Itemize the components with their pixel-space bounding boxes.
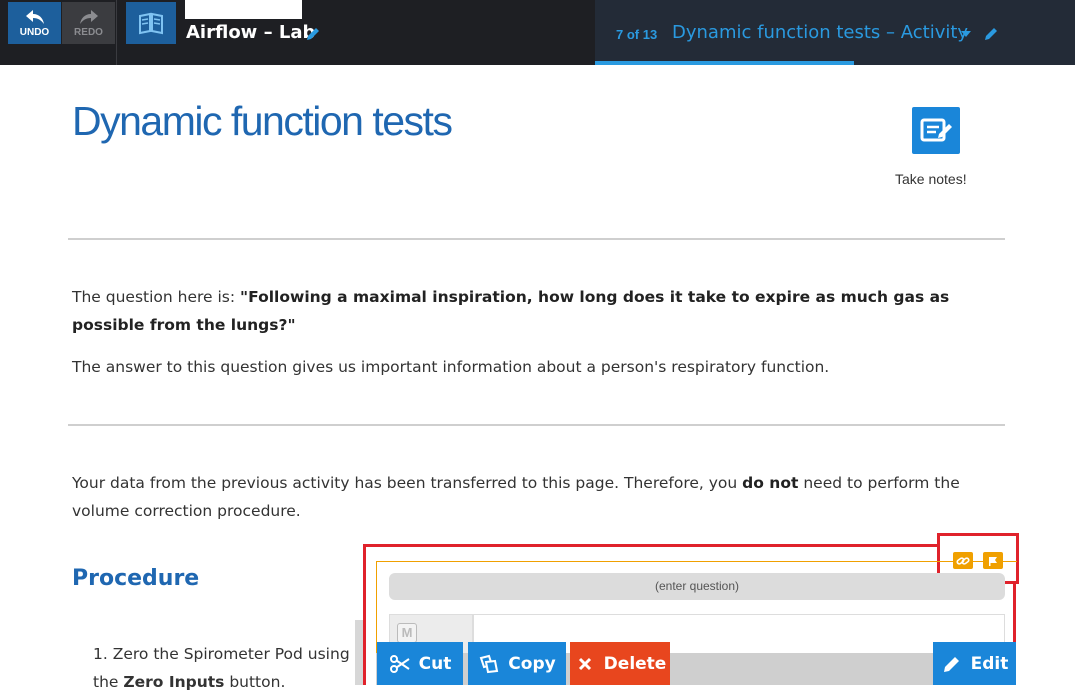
data-transfer-paragraph: Your data from the previous activity has… (72, 469, 1002, 525)
delete-button[interactable]: Delete (570, 642, 670, 685)
answer-paragraph: The answer to this question gives us imp… (72, 358, 830, 376)
redo-icon (79, 10, 98, 24)
delete-label: Delete (603, 653, 667, 674)
chevron-down-icon[interactable] (960, 30, 972, 38)
data-text-part1: Your data from the previous activity has… (72, 474, 743, 492)
toolbar-divider (116, 0, 117, 65)
book-button[interactable] (126, 2, 176, 44)
take-notes-button[interactable] (912, 107, 960, 154)
close-icon (578, 657, 591, 670)
copy-label: Copy (508, 653, 556, 674)
divider (68, 424, 1005, 426)
page-title: Dynamic function tests (72, 98, 453, 144)
step-text-bold: Zero Inputs (123, 673, 225, 691)
edit-activity-pencil-icon[interactable] (983, 26, 999, 42)
copy-button[interactable]: Copy (468, 642, 566, 685)
edit-label: Edit (970, 653, 1009, 674)
scissors-icon (389, 654, 410, 673)
undo-icon (25, 10, 44, 24)
markdown-icon: M (397, 623, 417, 643)
notes-icon (920, 118, 952, 141)
cut-button[interactable]: Cut (377, 642, 463, 685)
divider (68, 238, 1005, 240)
undo-label: UNDO (19, 27, 50, 38)
copy-icon (480, 654, 499, 673)
question-paragraph: The question here is: "Following a maxim… (72, 283, 1002, 339)
cut-label: Cut (418, 653, 452, 674)
white-tab-strip (185, 0, 302, 19)
redo-button[interactable]: REDO (62, 2, 115, 44)
lab-title: Airflow – Lab (186, 22, 316, 43)
pencil-icon (943, 656, 959, 672)
question-input[interactable]: (enter question) (389, 573, 1005, 600)
book-icon (139, 12, 163, 35)
activity-progress-bar (595, 61, 854, 65)
data-text-bold: do not (742, 474, 799, 492)
flag-icon[interactable] (983, 552, 1003, 569)
edit-title-pencil-icon[interactable] (305, 26, 321, 42)
edit-button[interactable]: Edit (933, 642, 1016, 685)
undo-button[interactable]: UNDO (8, 2, 61, 44)
redo-label: REDO (74, 27, 103, 38)
take-notes-label: Take notes! (895, 171, 967, 187)
activity-counter: 7 of 13 (616, 27, 658, 42)
activity-title[interactable]: Dynamic function tests – Activity (672, 22, 968, 43)
procedure-step-1: 1. Zero the Spirometer Pod using the Zer… (93, 640, 358, 696)
widget-corner-line (937, 561, 1017, 562)
link-icon[interactable] (953, 552, 973, 569)
procedure-heading: Procedure (72, 566, 200, 591)
question-intro: The question here is: (72, 288, 241, 306)
step-text-part2: button. (224, 673, 286, 691)
step-number: 1. (93, 645, 108, 663)
